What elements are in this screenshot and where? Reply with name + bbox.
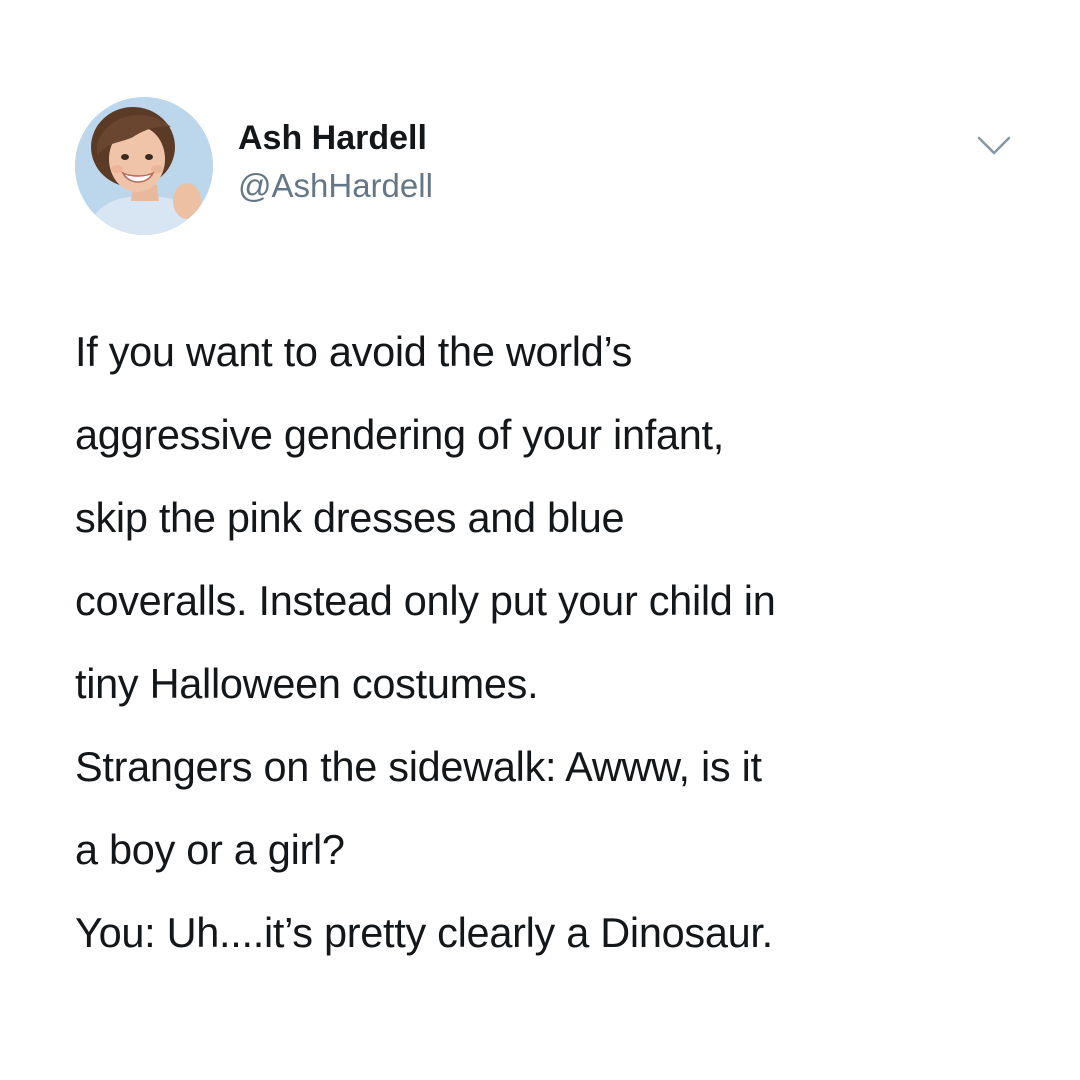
tweet-line: a boy or a girl? — [75, 826, 345, 873]
tweet-line: coveralls. Instead only put your child i… — [75, 577, 776, 624]
author-handle[interactable]: @AshHardell — [238, 166, 433, 206]
avatar[interactable] — [75, 97, 213, 235]
tweet-line: skip the pink dresses and blue — [75, 494, 625, 541]
tweet-card: Ash Hardell @AshHardell If you want to a… — [0, 0, 1080, 1080]
author-display-name[interactable]: Ash Hardell — [238, 118, 427, 158]
tweet-line: If you want to avoid the world’s — [75, 328, 633, 375]
tweet-line: Strangers on the sidewalk: Awww, is it — [75, 743, 762, 790]
avatar-photo — [75, 97, 213, 235]
tweet-line: aggressive gendering of your infant, — [75, 411, 725, 458]
chevron-down-icon[interactable] — [972, 128, 1016, 164]
tweet-line: You: Uh....it’s pretty clearly a Dinosau… — [75, 909, 773, 956]
tweet-text: If you want to avoid the world’s aggress… — [75, 310, 1035, 974]
tweet-line: tiny Halloween costumes. — [75, 660, 539, 707]
